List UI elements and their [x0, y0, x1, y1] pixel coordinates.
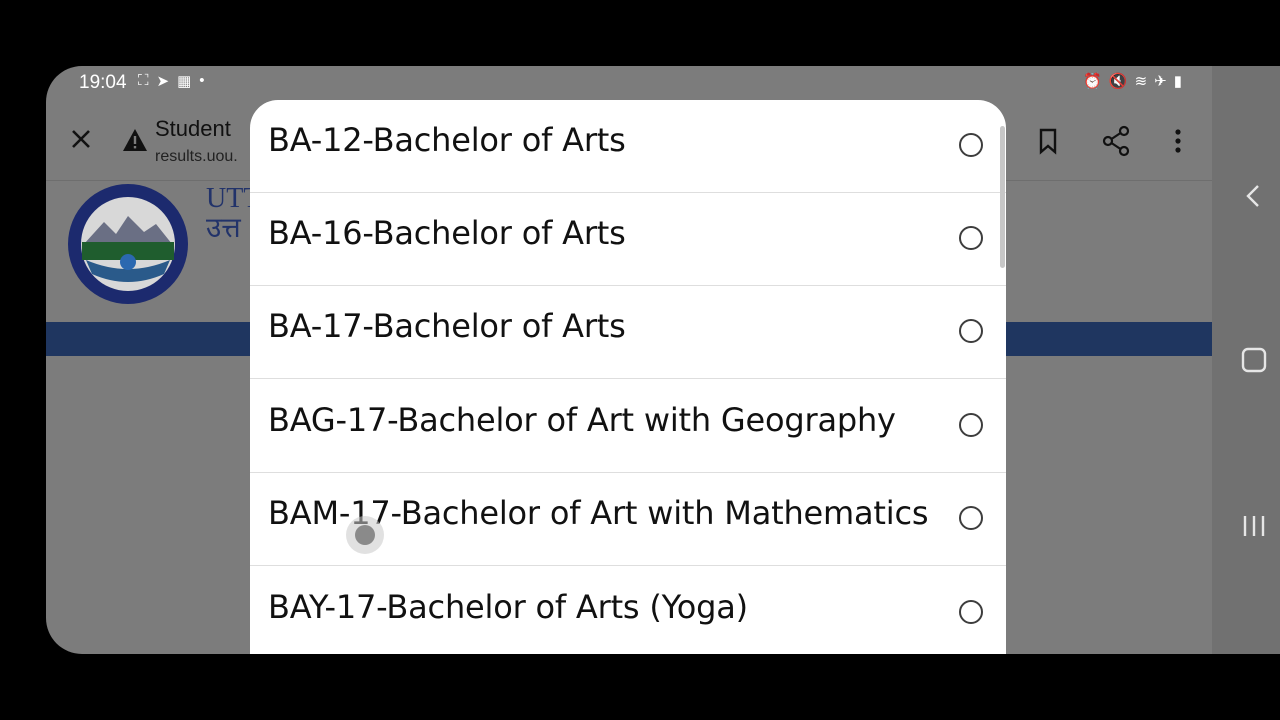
alarm-icon: ⏰: [1083, 73, 1102, 90]
warning-icon: [123, 129, 147, 151]
home-icon[interactable]: [1236, 342, 1272, 378]
page-url: results.uou.: [155, 148, 238, 165]
dot-icon: •: [199, 72, 205, 89]
course-select-dialog: BA-12-Bachelor of Arts BA-16-Bachelor of…: [250, 100, 1006, 654]
recent-apps-icon[interactable]: [1236, 508, 1272, 544]
radio-button[interactable]: [959, 133, 983, 157]
more-options-icon[interactable]: [1168, 124, 1188, 158]
screenshot-icon: ⛶: [138, 72, 149, 89]
page-title: Student: [155, 116, 231, 141]
mute-icon: 🔇: [1108, 73, 1128, 90]
airplane-icon: ✈: [1154, 73, 1167, 90]
bookmark-icon[interactable]: [1034, 126, 1062, 156]
radio-button[interactable]: [959, 506, 983, 530]
scrollbar[interactable]: [1000, 126, 1005, 268]
option-label: BAY-17-Bachelor of Arts (Yoga): [268, 588, 748, 626]
option-item[interactable]: BAG-17-Bachelor of Art with Geography: [250, 380, 1006, 473]
back-icon[interactable]: [1236, 178, 1272, 214]
option-label: BA-12-Bachelor of Arts: [268, 121, 626, 159]
share-icon[interactable]: [1100, 124, 1132, 158]
option-label: BAG-17-Bachelor of Art with Geography: [268, 401, 896, 439]
status-bar: 19:04 ⛶ ➤ ▦ • ⏰ 🔇 ≋ ✈ ▮: [46, 66, 1212, 100]
status-left-icons: ⛶ ➤ ▦ •: [138, 72, 205, 90]
status-time: 19:04: [79, 72, 127, 93]
option-item[interactable]: BA-16-Bachelor of Arts: [250, 193, 1006, 286]
option-label: BA-16-Bachelor of Arts: [268, 214, 626, 252]
telegram-icon: ➤: [156, 73, 170, 90]
university-logo: [68, 184, 188, 304]
status-right-icons: ⏰ 🔇 ≋ ✈ ▮: [1083, 72, 1182, 90]
radio-button[interactable]: [959, 413, 983, 437]
radio-button[interactable]: [959, 319, 983, 343]
wifi-icon: ≋: [1134, 73, 1148, 90]
touch-indicator: [346, 516, 384, 554]
option-item[interactable]: BA-17-Bachelor of Arts: [250, 286, 1006, 379]
radio-button[interactable]: [959, 600, 983, 624]
close-icon[interactable]: [66, 124, 96, 154]
touch-indicator-core: [355, 525, 375, 545]
calendar-icon: ▦: [177, 73, 192, 90]
battery-icon: ▮: [1173, 73, 1182, 90]
option-item[interactable]: BA-12-Bachelor of Arts: [250, 100, 1006, 193]
radio-button[interactable]: [959, 226, 983, 250]
option-label: BA-17-Bachelor of Arts: [268, 307, 626, 345]
option-item[interactable]: BAY-17-Bachelor of Arts (Yoga): [250, 567, 1006, 654]
